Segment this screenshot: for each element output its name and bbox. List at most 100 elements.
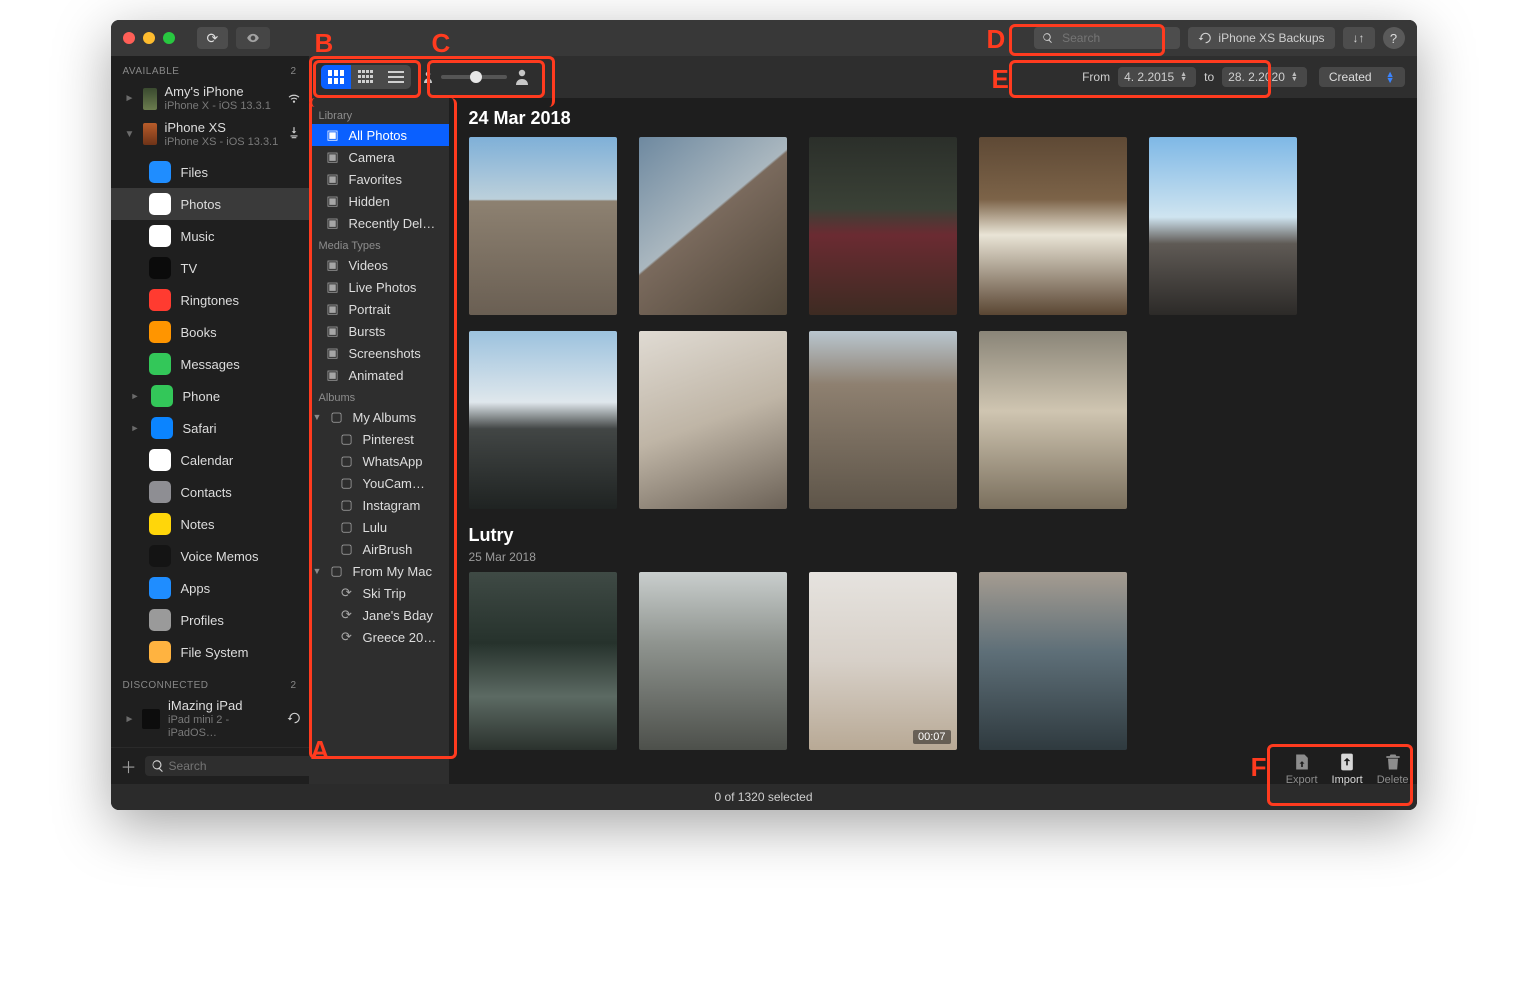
sidebar-app-files[interactable]: Files [111, 156, 309, 188]
import-button[interactable]: Import [1332, 752, 1363, 786]
app-label: Ringtones [181, 293, 240, 308]
media-type-live-photos[interactable]: ▣Live Photos [309, 276, 449, 298]
stepper-icon[interactable]: ▲▼ [1180, 72, 1190, 82]
album-lulu[interactable]: ▢Lulu [323, 516, 449, 538]
from-label: From [1082, 70, 1110, 84]
global-search-input[interactable] [1060, 30, 1172, 46]
albums-header: Albums [309, 386, 449, 406]
sidebar-app-tv[interactable]: TV [111, 252, 309, 284]
disclosure-icon[interactable]: ► [131, 391, 141, 401]
view-list[interactable] [381, 65, 411, 89]
album-label: Instagram [363, 498, 421, 513]
media-type-animated[interactable]: ▣Animated [309, 364, 449, 386]
delete-button[interactable]: Delete [1377, 752, 1409, 786]
photo-thumbnail[interactable] [469, 331, 617, 509]
photo-thumbnail[interactable] [979, 137, 1127, 315]
transfer-button[interactable]: ↓↑ [1343, 27, 1375, 49]
library-item-recently-del-[interactable]: ▣Recently Del… [309, 212, 449, 234]
photo-thumbnail[interactable] [469, 572, 617, 750]
slider-knob[interactable] [470, 71, 482, 83]
photo-thumbnail[interactable] [1149, 137, 1297, 315]
mac-album-ski-trip[interactable]: ⟳Ski Trip [323, 582, 449, 604]
to-date-field[interactable]: 28. 2.2020 ▲▼ [1222, 67, 1307, 87]
mac-album-greece-[interactable]: ⟳Greece 20… [323, 626, 449, 648]
sidebar-app-notes[interactable]: Notes [111, 508, 309, 540]
sidebar-app-calendar[interactable]: Calendar [111, 444, 309, 476]
window-close-button[interactable] [123, 32, 135, 44]
media-type-videos[interactable]: ▣Videos [309, 254, 449, 276]
disclosure-icon[interactable]: ▼ [125, 129, 135, 140]
hidden-icon: ▣ [325, 193, 341, 209]
library-item-all-photos[interactable]: ▣All Photos [309, 124, 449, 146]
sidebar-app-profiles[interactable]: Profiles [111, 604, 309, 636]
sidebar-app-messages[interactable]: Messages [111, 348, 309, 380]
library-item-hidden[interactable]: ▣Hidden [309, 190, 449, 212]
wifi-icon [287, 90, 301, 107]
media-type-screenshots[interactable]: ▣Screenshots [309, 342, 449, 364]
sidebar-app-music[interactable]: Music [111, 220, 309, 252]
device-row[interactable]: ▼ iPhone XS iPhone XS - iOS 13.3.1 [111, 117, 309, 153]
albums-group-my-albums[interactable]: ▼▢My Albums [309, 406, 449, 428]
import-label: Import [1332, 774, 1363, 786]
album-whatsapp[interactable]: ▢WhatsApp [323, 450, 449, 472]
from-date-field[interactable]: 4. 2.2015 ▲▼ [1118, 67, 1196, 87]
photo-thumbnail[interactable] [469, 137, 617, 315]
disclosure-icon[interactable]: ► [131, 423, 141, 433]
albums-group-from-mac[interactable]: ▼▢From My Mac [309, 560, 449, 582]
album-youcam-[interactable]: ▢YouCam… [323, 472, 449, 494]
app-icon [149, 641, 171, 663]
photo-thumbnail[interactable] [979, 331, 1127, 509]
titlebar: ⟳ iPhone XS Backups ↓↑ ? D [111, 20, 1417, 56]
export-button[interactable]: Export [1286, 752, 1318, 786]
selection-status: 0 of 1320 selected [714, 790, 812, 804]
view-large-grid[interactable] [321, 65, 351, 89]
library-item-camera[interactable]: ▣Camera [309, 146, 449, 168]
history-icon [287, 711, 301, 728]
sidebar-app-safari[interactable]: ►Safari [111, 412, 309, 444]
preview-button[interactable] [236, 27, 270, 49]
window-zoom-button[interactable] [163, 32, 175, 44]
help-button[interactable]: ? [1383, 27, 1405, 49]
photo-thumbnail[interactable] [639, 331, 787, 509]
photo-thumbnail[interactable] [639, 137, 787, 315]
album-pinterest[interactable]: ▢Pinterest [323, 428, 449, 450]
add-button[interactable]: ＋ [121, 754, 137, 778]
global-search[interactable] [1034, 27, 1180, 49]
sidebar-app-apps[interactable]: Apps [111, 572, 309, 604]
sidebar-app-ringtones[interactable]: Ringtones [111, 284, 309, 316]
disclosure-icon[interactable]: ► [125, 714, 135, 725]
sidebar-app-books[interactable]: Books [111, 316, 309, 348]
view-small-grid[interactable] [351, 65, 381, 89]
disclosure-icon[interactable]: ► [125, 93, 135, 104]
app-icon [149, 193, 171, 215]
photo-thumbnail[interactable] [639, 572, 787, 750]
mac-album-jane-s-bday[interactable]: ⟳Jane's Bday [323, 604, 449, 626]
sidebar-search-input[interactable] [145, 756, 309, 776]
photo-grid[interactable]: 24 Mar 2018 Lutry 2 [449, 98, 1417, 784]
window-minimize-button[interactable] [143, 32, 155, 44]
device-row[interactable]: ► Amy's iPhone iPhone X - iOS 13.3.1 [111, 81, 309, 117]
media-type-portrait[interactable]: ▣Portrait [309, 298, 449, 320]
size-track[interactable] [441, 75, 507, 79]
sidebar-app-file-system[interactable]: File System [111, 636, 309, 668]
sort-dropdown[interactable]: Created ▲▼ [1319, 67, 1405, 87]
album-airbrush[interactable]: ▢AirBrush [323, 538, 449, 560]
synced-album-icon: ⟳ [339, 585, 355, 601]
sidebar-app-phone[interactable]: ►Phone [111, 380, 309, 412]
refresh-button[interactable]: ⟳ [197, 27, 229, 49]
album-instagram[interactable]: ▢Instagram [323, 494, 449, 516]
photo-thumbnail[interactable]: 00:07 [809, 572, 957, 750]
photo-thumbnail[interactable] [809, 137, 957, 315]
backups-button[interactable]: iPhone XS Backups [1188, 27, 1334, 49]
thumbnail-size-slider[interactable] [423, 69, 529, 85]
stepper-icon[interactable]: ▲▼ [1291, 72, 1301, 82]
sidebar-app-photos[interactable]: Photos [111, 188, 309, 220]
media-type-bursts[interactable]: ▣Bursts [309, 320, 449, 342]
photo-thumbnail[interactable] [809, 331, 957, 509]
device-row[interactable]: ► iMazing iPad iPad mini 2 - iPadOS… [111, 695, 309, 743]
photo-thumbnail[interactable] [979, 572, 1127, 750]
sidebar-app-contacts[interactable]: Contacts [111, 476, 309, 508]
sidebar-app-voice-memos[interactable]: Voice Memos [111, 540, 309, 572]
library-item-favorites[interactable]: ▣Favorites [309, 168, 449, 190]
section-subtitle: 25 Mar 2018 [469, 550, 1405, 564]
